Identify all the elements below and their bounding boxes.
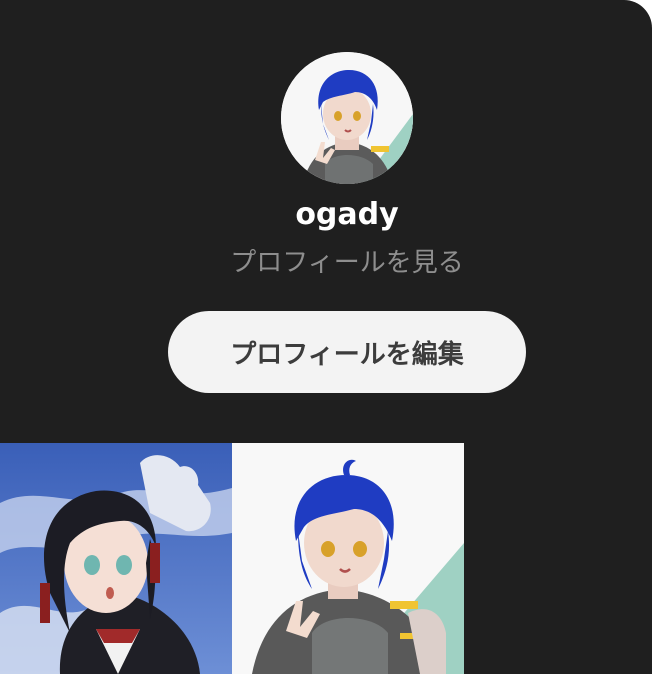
- profile-username[interactable]: ogady: [0, 195, 652, 235]
- post-thumbnail-2[interactable]: [232, 443, 464, 674]
- view-profile-link[interactable]: プロフィールを見る: [0, 243, 652, 283]
- post-thumbnail-girl-sky-icon: [0, 443, 232, 674]
- posts-grid: [0, 443, 464, 674]
- post-thumbnail-1[interactable]: [0, 443, 232, 674]
- avatar-image-icon: [281, 52, 413, 184]
- post-thumbnail-blue-hair-boy-icon: [232, 443, 464, 674]
- profile-avatar[interactable]: [281, 52, 413, 184]
- edit-profile-button[interactable]: プロフィールを編集: [168, 311, 526, 393]
- profile-panel: ogady プロフィールを見る プロフィールを編集: [0, 0, 652, 674]
